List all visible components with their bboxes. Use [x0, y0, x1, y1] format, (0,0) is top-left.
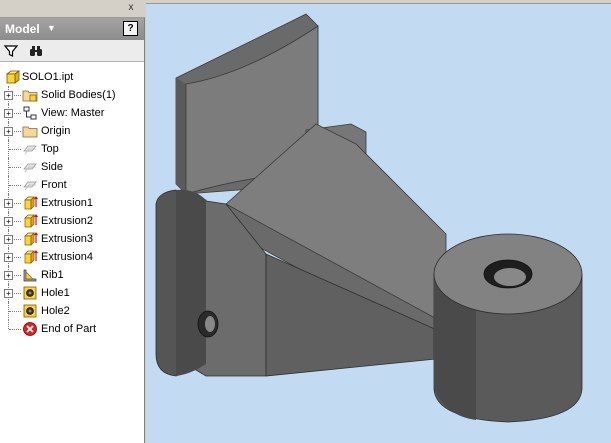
tree-root-part[interactable]: SOLO1.ipt [0, 68, 144, 86]
3d-part-model [155, 13, 583, 423]
view-rep-icon [22, 105, 38, 121]
expand-toggle[interactable]: + [4, 109, 13, 118]
tree-item-label: Extrusion3 [41, 233, 93, 245]
tree-item-end-of-part[interactable]: End of Part [0, 320, 144, 338]
tree-item-side-plane[interactable]: Side [0, 158, 144, 176]
end-of-part-icon [22, 321, 38, 337]
tree-item-extrusion3[interactable]: + Extrusion3 [0, 230, 144, 248]
tree-item-label: Origin [41, 125, 71, 137]
part-file-icon [5, 69, 21, 85]
tree-item-label: Front [41, 179, 67, 191]
extrusion-icon [22, 195, 38, 211]
tree-item-label: Side [41, 161, 64, 173]
tree-item-label: Extrusion4 [41, 251, 93, 263]
tree-item-hole1[interactable]: + Hole1 [0, 284, 144, 302]
hole-icon [22, 285, 38, 301]
expand-toggle[interactable]: + [4, 199, 13, 208]
tree-item-hole2[interactable]: Hole2 [0, 302, 144, 320]
expand-toggle[interactable]: + [4, 289, 13, 298]
folder-icon [22, 123, 38, 139]
work-plane-icon [22, 159, 38, 175]
tree-item-label: View: Master [41, 107, 105, 119]
expand-toggle[interactable]: + [4, 271, 13, 280]
graphics-viewport[interactable] [146, 4, 611, 443]
tree-item-extrusion1[interactable]: + Extrusion1 [0, 194, 144, 212]
boss-hole-inner [494, 268, 526, 286]
work-plane-icon [22, 141, 38, 157]
expand-toggle[interactable]: + [4, 235, 13, 244]
tree-item-top-plane[interactable]: Top [0, 140, 144, 158]
tree-root-label: SOLO1.ipt [22, 71, 74, 83]
tree-item-origin[interactable]: + Origin [0, 122, 144, 140]
expand-toggle[interactable]: + [4, 127, 13, 136]
extrusion-icon [22, 231, 38, 247]
help-button[interactable]: ? [123, 21, 138, 36]
tree-item-front-plane[interactable]: Front [0, 176, 144, 194]
tree-item-label: End of Part [41, 323, 97, 335]
expand-toggle[interactable]: + [4, 253, 13, 262]
tree-item-rib1[interactable]: + Rib1 [0, 266, 144, 284]
mount-block-round-edge [176, 189, 206, 376]
chevron-down-icon[interactable]: ▼ [47, 22, 59, 34]
solid-bodies-folder-icon [22, 87, 38, 103]
panel-toolbar [0, 40, 144, 62]
hole-icon [22, 303, 38, 319]
close-panel-button[interactable]: x [124, 2, 138, 14]
tree-item-label: Extrusion1 [41, 197, 93, 209]
side-hole-inner [205, 316, 215, 332]
binoculars-icon[interactable] [28, 43, 44, 59]
panel-header: Model ▼ ? [0, 18, 144, 40]
tree-item-label: Hole1 [41, 287, 70, 299]
tree-item-label: Extrusion2 [41, 215, 93, 227]
rib-icon [22, 267, 38, 283]
tree-item-label: Rib1 [41, 269, 64, 281]
tree-item-extrusion4[interactable]: + Extrusion4 [0, 248, 144, 266]
tree-item-label: Hole2 [41, 305, 70, 317]
browser-title-strip: x [0, 0, 145, 18]
tree-item-label: Solid Bodies(1) [41, 89, 116, 101]
filter-icon[interactable] [3, 43, 19, 59]
expand-toggle[interactable]: + [4, 217, 13, 226]
tree-item-view-master[interactable]: + View: Master [0, 104, 144, 122]
model-tree: SOLO1.ipt + Solid Bodies(1) + View: Mast… [0, 62, 144, 338]
extrusion-icon [22, 249, 38, 265]
model-browser-panel: Model ▼ ? SOLO1.ipt + Solid Bodies(1) + … [0, 18, 145, 443]
tree-item-extrusion2[interactable]: + Extrusion2 [0, 212, 144, 230]
fin-edge [176, 78, 186, 194]
work-plane-icon [22, 177, 38, 193]
extrusion-icon [22, 213, 38, 229]
tree-item-label: Top [41, 143, 59, 155]
panel-title[interactable]: Model [5, 22, 40, 36]
tree-item-solid-bodies[interactable]: + Solid Bodies(1) [0, 86, 144, 104]
expand-toggle[interactable]: + [4, 91, 13, 100]
